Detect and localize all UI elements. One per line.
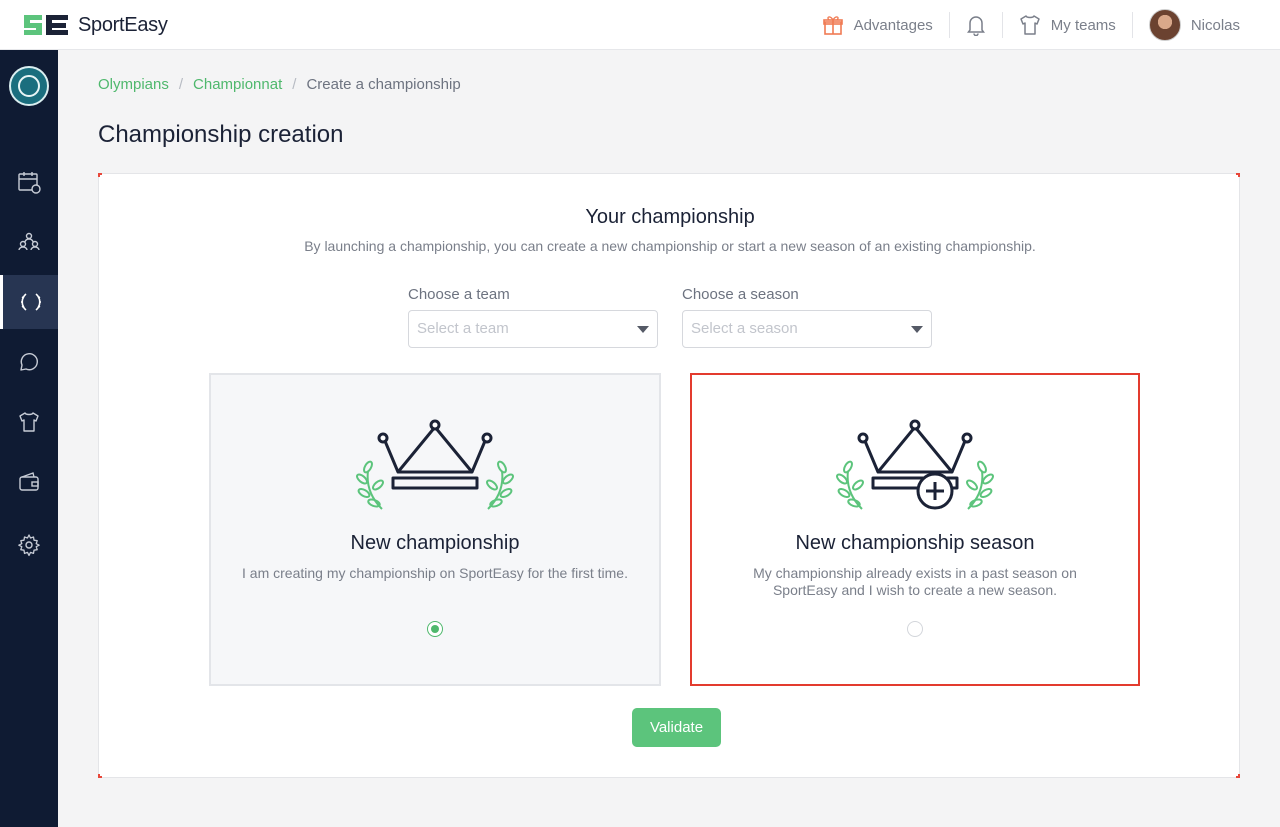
breadcrumb: Olympians / Championnat / Create a champ… xyxy=(98,76,461,93)
team-select-placeholder: Select a team xyxy=(417,320,509,337)
calendar-icon xyxy=(18,172,41,194)
team-field: Choose a team Select a team xyxy=(408,286,658,348)
club-badge[interactable] xyxy=(9,66,49,106)
top-right-menu: Advantages My teams Nicolas xyxy=(806,0,1256,50)
gift-icon xyxy=(822,16,843,35)
season-field: Choose a season Select a season xyxy=(682,286,932,348)
sidebar-item-settings[interactable] xyxy=(0,518,58,572)
corner-marker xyxy=(1236,173,1240,177)
option-card-new-season[interactable]: New championship season My championship … xyxy=(690,373,1140,686)
corner-marker xyxy=(1236,774,1240,778)
sidebar-item-wallet[interactable] xyxy=(0,455,58,509)
breadcrumb-item-team[interactable]: Olympians xyxy=(98,76,169,93)
option-radio[interactable] xyxy=(907,621,923,637)
sporteasy-logo[interactable]: SportEasy xyxy=(22,10,168,40)
advantages-link[interactable]: Advantages xyxy=(806,0,949,50)
notifications-button[interactable] xyxy=(950,0,1002,50)
sidebar-item-calendar[interactable] xyxy=(0,155,58,209)
sidebar-item-teams[interactable] xyxy=(0,395,58,449)
option-title: New championship xyxy=(350,532,520,554)
season-select[interactable]: Select a season xyxy=(682,310,932,348)
logo-text: SportEasy xyxy=(78,13,168,36)
sidebar-item-chat[interactable] xyxy=(0,335,58,389)
user-name: Nicolas xyxy=(1190,16,1240,34)
user-menu[interactable]: Nicolas xyxy=(1133,0,1256,50)
jersey-icon xyxy=(1020,15,1040,35)
option-title: New championship season xyxy=(795,532,1035,554)
caret-down-icon xyxy=(637,326,649,333)
championship-form-panel: Your championship By launching a champio… xyxy=(98,173,1240,778)
caret-down-icon xyxy=(911,326,923,333)
sidebar-item-members[interactable] xyxy=(0,215,58,269)
bell-icon xyxy=(966,16,985,36)
crown-laurel-icon xyxy=(356,419,514,510)
corner-marker xyxy=(98,774,102,778)
top-bar: SportEasy Advantages My teams Nicolas xyxy=(0,0,1280,50)
advantages-label: Advantages xyxy=(853,16,933,34)
breadcrumb-separator: / xyxy=(178,76,184,93)
my-teams-link[interactable]: My teams xyxy=(1003,0,1132,50)
season-label: Choose a season xyxy=(682,286,799,303)
sidebar-item-championship[interactable] xyxy=(0,275,58,329)
season-select-placeholder: Select a season xyxy=(691,320,798,337)
option-description: My championship already exists in a past… xyxy=(753,565,1077,598)
team-select[interactable]: Select a team xyxy=(408,310,658,348)
section-subtitle: By launching a championship, you can cre… xyxy=(304,238,1036,254)
club-badge-inner xyxy=(18,75,40,97)
my-teams-label: My teams xyxy=(1050,16,1116,34)
jersey-icon xyxy=(19,412,39,432)
option-radio[interactable] xyxy=(427,621,443,637)
breadcrumb-item-current: Create a championship xyxy=(306,76,461,93)
sporteasy-logo-mark xyxy=(24,15,68,35)
validate-button[interactable]: Validate xyxy=(632,708,721,747)
corner-marker xyxy=(98,173,102,177)
wallet-icon xyxy=(19,472,39,491)
avatar xyxy=(1148,9,1181,41)
laurel-icon xyxy=(20,293,41,311)
section-title: Your championship xyxy=(585,206,755,228)
breadcrumb-separator: / xyxy=(292,76,297,93)
team-label: Choose a team xyxy=(408,286,510,303)
gear-icon xyxy=(18,534,40,557)
page-title: Championship creation xyxy=(98,121,344,148)
members-icon xyxy=(18,232,40,251)
chat-icon xyxy=(20,353,38,371)
option-card-new-championship[interactable]: New championship I am creating my champi… xyxy=(209,373,661,686)
sidebar xyxy=(0,50,58,827)
crown-plus-laurel-icon xyxy=(836,419,994,510)
option-description: I am creating my championship on SportEa… xyxy=(242,565,628,581)
breadcrumb-item-championship[interactable]: Championnat xyxy=(193,76,282,93)
